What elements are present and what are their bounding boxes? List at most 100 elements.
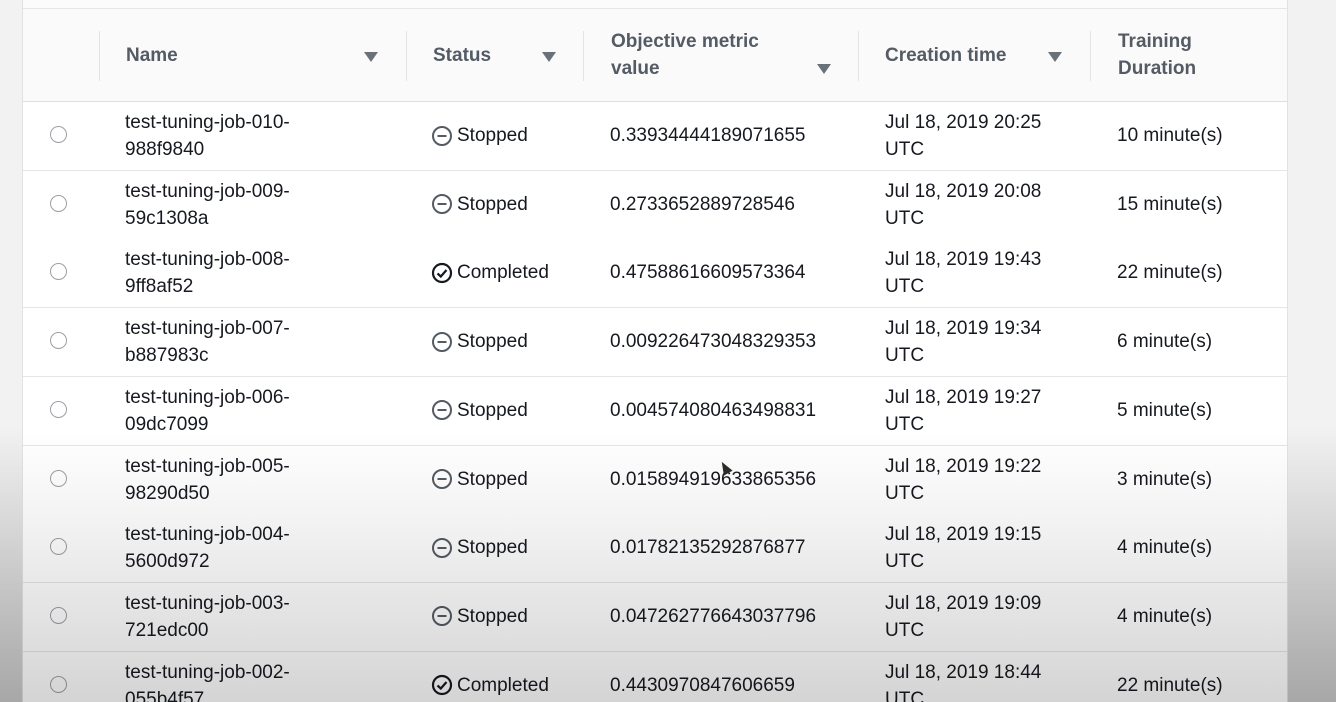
sort-status-icon[interactable] <box>542 52 556 62</box>
column-separator <box>1090 31 1091 81</box>
objective-metric-value: 0.2733652889728546 <box>610 193 795 215</box>
creation-time-zone: UTC <box>885 139 925 160</box>
table-row[interactable]: test-tuning-job-006- 09dc7099 Stopped 0.004… <box>23 376 1287 446</box>
sort-objective-icon[interactable] <box>817 64 831 74</box>
column-separator <box>858 31 859 81</box>
stopped-icon <box>431 468 453 490</box>
training-duration: 4 minute(s) <box>1117 605 1213 627</box>
table-row[interactable]: test-tuning-job-008- 9ff8af52 Completed 0.4… <box>23 239 1287 309</box>
column-header-objective-label: Objective metric value <box>611 28 759 82</box>
objective-metric-value: 0.015894919633865356 <box>610 468 817 490</box>
stopped-icon <box>431 537 453 559</box>
job-name[interactable]: test-tuning-job-006- 09dc7099 <box>125 384 385 438</box>
training-duration: 5 minute(s) <box>1117 399 1213 421</box>
row-select-radio[interactable] <box>50 194 67 212</box>
row-select-radio[interactable] <box>50 538 67 556</box>
objective-metric-value: 0.01782135292876877 <box>610 537 806 559</box>
row-select-radio[interactable] <box>50 469 67 487</box>
job-name-line2: 59c1308a <box>125 207 209 229</box>
creation-time-zone: UTC <box>885 688 925 702</box>
job-name-line1: test-tuning-job-008- <box>125 249 290 271</box>
tuning-jobs-table: Name Status Objective metric value Creat… <box>22 0 1288 702</box>
stopped-icon <box>431 193 453 215</box>
row-select-radio[interactable] <box>50 606 67 624</box>
training-duration: 10 minute(s) <box>1117 125 1223 146</box>
stopped-icon <box>431 125 453 147</box>
job-name[interactable]: test-tuning-job-004- 5600d972 <box>125 521 385 575</box>
job-name[interactable]: test-tuning-job-002- 055b4f57 <box>125 659 385 702</box>
job-name-line2: 721edc00 <box>125 619 209 641</box>
column-separator <box>99 31 100 81</box>
creation-time-zone: UTC <box>885 345 925 367</box>
column-header-status[interactable]: Status <box>433 9 583 101</box>
job-name[interactable]: test-tuning-job-005- 98290d50 <box>125 453 385 507</box>
job-status-label: Stopped <box>457 331 528 353</box>
column-header-training-duration[interactable]: Training Duration <box>1118 9 1278 101</box>
column-header-duration-line1: Training <box>1118 31 1192 52</box>
creation-time-date: Jul 18, 2019 19:09 <box>885 592 1042 614</box>
creation-time-date: Jul 18, 2019 18:44 <box>885 661 1042 683</box>
column-separator <box>583 31 584 81</box>
table-row[interactable]: test-tuning-job-009- 59c1308a Stopped 0.273… <box>23 170 1287 240</box>
table-row[interactable]: test-tuning-job-003- 721edc00 Stopped 0.047… <box>23 582 1287 652</box>
job-name[interactable]: test-tuning-job-007- b887983c <box>125 315 385 369</box>
job-status-label: Stopped <box>457 537 528 559</box>
table-row[interactable]: test-tuning-job-007- b887983c Stopped 0.009… <box>23 308 1287 378</box>
training-duration: 22 minute(s) <box>1117 262 1223 284</box>
training-duration: 6 minute(s) <box>1117 331 1213 353</box>
objective-metric-value: 0.33934444189071655 <box>610 125 806 146</box>
training-duration: 3 minute(s) <box>1117 468 1213 490</box>
job-name[interactable]: test-tuning-job-003- 721edc00 <box>125 590 385 644</box>
job-status: Stopped <box>431 328 591 355</box>
sort-creation-time-icon[interactable] <box>1048 52 1062 62</box>
stopped-icon <box>431 331 453 353</box>
creation-time-date: Jul 18, 2019 20:25 <box>885 112 1042 133</box>
table-row[interactable]: test-tuning-job-010- 988f9840 Stopped 0.339… <box>23 102 1287 171</box>
job-status: Stopped <box>431 191 591 218</box>
row-select-radio[interactable] <box>50 675 67 693</box>
job-name-line1: test-tuning-job-006- <box>125 386 290 408</box>
job-name-line1: test-tuning-job-004- <box>125 524 290 546</box>
column-header-name-label: Name <box>126 44 178 66</box>
creation-time: Jul 18, 2019 19:09 UTC <box>885 590 1085 644</box>
row-select-radio[interactable] <box>50 332 67 350</box>
table-row[interactable]: test-tuning-job-005- 98290d50 Stopped 0.015… <box>23 445 1287 515</box>
row-select-radio[interactable] <box>50 400 67 418</box>
column-header-objective-line2: value <box>611 58 660 79</box>
table-top-strip <box>23 0 1287 9</box>
job-name-line2: 988f9840 <box>125 139 205 160</box>
job-name-line2: 5600d972 <box>125 551 210 573</box>
table-row[interactable]: test-tuning-job-004- 5600d972 Stopped 0.017… <box>23 514 1287 584</box>
training-duration: 4 minute(s) <box>1117 537 1213 559</box>
job-name-line1: test-tuning-job-010- <box>125 112 290 133</box>
stopped-icon <box>431 605 453 627</box>
job-status: Stopped <box>431 534 591 561</box>
creation-time: Jul 18, 2019 19:27 UTC <box>885 384 1085 438</box>
job-name-line2: 055b4f57 <box>125 688 205 702</box>
table-row[interactable]: test-tuning-job-002- 055b4f57 Completed 0.4… <box>23 651 1287 702</box>
creation-time: Jul 18, 2019 18:44 UTC <box>885 659 1085 702</box>
creation-time-zone: UTC <box>885 551 925 573</box>
job-status: Stopped <box>431 397 591 424</box>
job-name[interactable]: test-tuning-job-008- 9ff8af52 <box>125 246 385 300</box>
creation-time-zone: UTC <box>885 413 925 435</box>
training-duration: 22 minute(s) <box>1117 674 1223 696</box>
creation-time: Jul 18, 2019 19:34 UTC <box>885 315 1085 369</box>
creation-time: Jul 18, 2019 19:22 UTC <box>885 453 1085 507</box>
column-separator <box>406 31 407 81</box>
objective-metric-value: 0.47588616609573364 <box>610 262 806 284</box>
job-name[interactable]: test-tuning-job-010- 988f9840 <box>125 109 385 163</box>
column-header-creation-time-label: Creation time <box>885 44 1007 66</box>
objective-metric-value: 0.004574080463498831 <box>610 399 817 421</box>
row-select-radio[interactable] <box>50 263 67 281</box>
creation-time-date: Jul 18, 2019 19:15 <box>885 524 1042 546</box>
job-status-label: Stopped <box>457 193 528 215</box>
column-header-objective[interactable]: Objective metric value <box>611 9 841 101</box>
creation-time-date: Jul 18, 2019 19:43 <box>885 249 1042 271</box>
job-status: Stopped <box>431 466 591 493</box>
job-name[interactable]: test-tuning-job-009- 59c1308a <box>125 178 385 232</box>
creation-time-date: Jul 18, 2019 19:22 <box>885 455 1042 477</box>
creation-time-date: Jul 18, 2019 20:08 <box>885 180 1042 202</box>
sort-name-icon[interactable] <box>364 52 378 62</box>
row-select-radio[interactable] <box>50 126 67 143</box>
